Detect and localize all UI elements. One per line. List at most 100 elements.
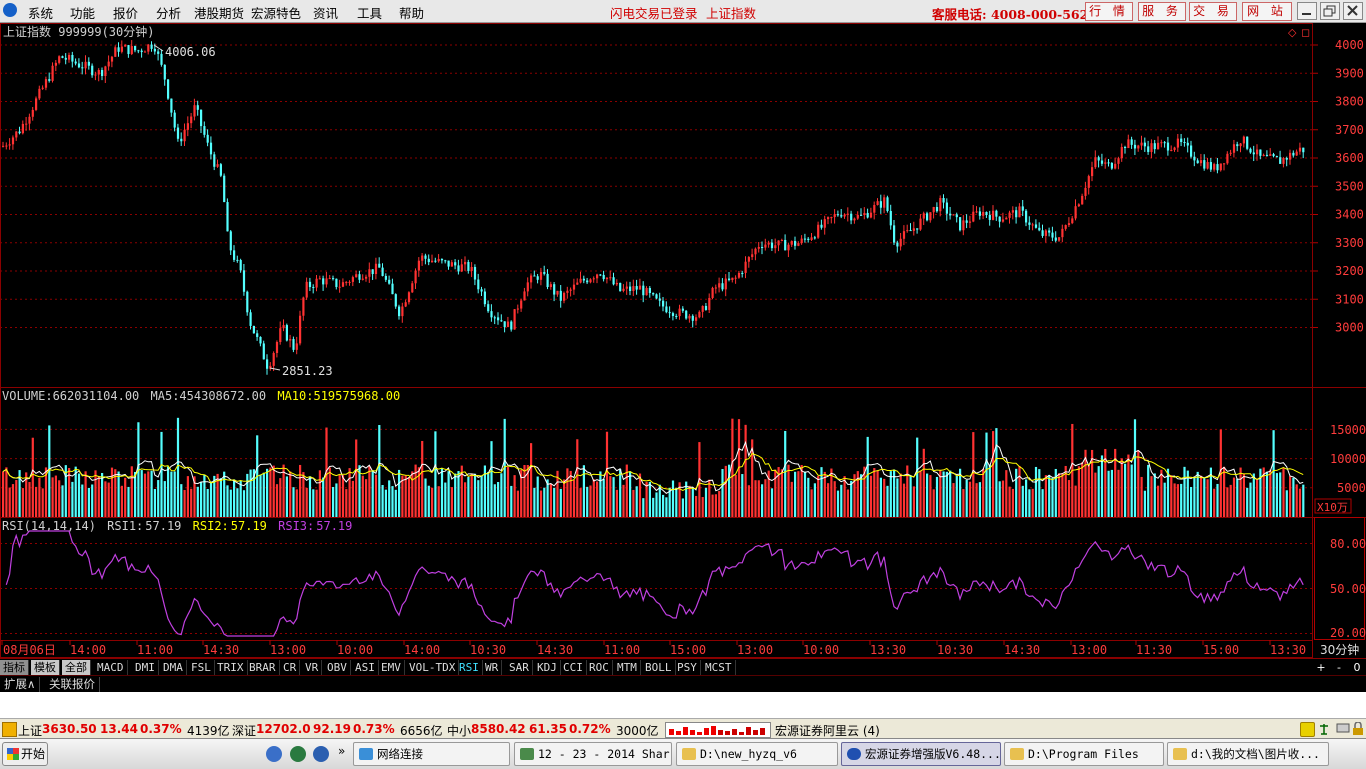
volume-bar xyxy=(1160,469,1163,517)
tab-brar[interactable]: BRAR xyxy=(246,660,280,675)
zoom-in-button[interactable]: + xyxy=(1314,660,1328,675)
tab-template[interactable]: 模板 xyxy=(31,660,60,675)
tab-dmi[interactable]: DMI xyxy=(132,660,159,675)
menu-system[interactable]: 系统 xyxy=(28,3,53,22)
volume-bar xyxy=(421,440,424,517)
tab-mcst[interactable]: MCST xyxy=(702,660,736,675)
extend-tab[interactable]: 扩展∧ xyxy=(0,677,41,692)
task-folder-program-files[interactable]: D:\Program Files xyxy=(1004,742,1164,766)
menu-hongyuan[interactable]: 宏源特色 xyxy=(251,3,301,22)
close-icon[interactable] xyxy=(1343,2,1363,20)
trade-button[interactable]: 交 易 xyxy=(1189,2,1237,21)
period-label[interactable]: 30分钟 xyxy=(1320,642,1359,657)
tab-trix[interactable]: TRIX xyxy=(214,660,248,675)
volume-bar xyxy=(1269,469,1272,517)
time-label: 13:00 xyxy=(1071,643,1107,657)
ie-icon[interactable] xyxy=(266,746,282,762)
volume-bar xyxy=(355,439,358,517)
candle-body xyxy=(348,281,351,283)
minimize-icon[interactable] xyxy=(1297,2,1317,20)
tab-vr[interactable]: VR xyxy=(302,660,323,675)
tab-asi[interactable]: ASI xyxy=(352,660,379,675)
restore-icon[interactable] xyxy=(1320,2,1340,20)
tab-boll[interactable]: BOLL xyxy=(642,660,676,675)
task-hongyuan[interactable]: 宏源证券增强版V6.48... xyxy=(841,742,1001,766)
tab-cci[interactable]: CCI xyxy=(560,660,587,675)
tab-indicator[interactable]: 指标 xyxy=(0,660,29,675)
quote-button[interactable]: 行 情 xyxy=(1085,2,1133,21)
candle-body xyxy=(427,258,430,263)
candle-body xyxy=(325,278,328,285)
volume-bar xyxy=(35,486,38,517)
media-icon[interactable] xyxy=(313,746,329,762)
zoom-out-button[interactable]: - xyxy=(1332,660,1346,675)
candle-body xyxy=(790,241,793,245)
diamond-icon[interactable]: ◇ xyxy=(1288,26,1297,39)
task-excel[interactable]: 12 - 23 - 2014 Shar... xyxy=(514,742,672,766)
candle-body xyxy=(457,265,460,272)
candle-body xyxy=(721,283,724,290)
volume-bar xyxy=(226,485,229,517)
server-name[interactable]: 宏源证券阿里云 (4) xyxy=(775,722,880,739)
menu-info[interactable]: 资讯 xyxy=(313,3,338,22)
tab-macd[interactable]: MACD xyxy=(94,660,128,675)
notify-icon[interactable] xyxy=(1300,722,1315,737)
tab-cr[interactable]: CR xyxy=(280,660,301,675)
sz-value: 12702.0 xyxy=(256,722,311,736)
website-button[interactable]: 网 站 xyxy=(1242,2,1292,21)
volume-bar xyxy=(754,480,757,517)
candle-body xyxy=(1005,217,1008,220)
tab-wr[interactable]: WR xyxy=(482,660,503,675)
candle-body xyxy=(916,228,919,230)
start-button[interactable]: 开始 xyxy=(2,742,48,766)
related-quotes-tab[interactable]: 关联报价 xyxy=(45,677,100,692)
tab-rsi[interactable]: RSI xyxy=(456,660,483,675)
tab-obv[interactable]: OBV xyxy=(324,660,351,675)
desktop-icon[interactable] xyxy=(290,746,306,762)
candle-body xyxy=(190,116,193,124)
volume-bar xyxy=(1100,455,1104,517)
tab-mtm[interactable]: MTM xyxy=(614,660,641,675)
price-axis-label: 3400 xyxy=(1335,208,1364,222)
tab-sar[interactable]: SAR xyxy=(506,660,533,675)
tab-all[interactable]: 全部 xyxy=(62,660,91,675)
menu-quote[interactable]: 报价 xyxy=(113,3,138,22)
volume-bar xyxy=(770,488,774,517)
menu-tools[interactable]: 工具 xyxy=(357,3,382,22)
tab-dma[interactable]: DMA xyxy=(160,660,187,675)
task-folder-new-hyzq[interactable]: D:\new_hyzq_v6 xyxy=(676,742,838,766)
volume-bar xyxy=(599,471,602,517)
volume-bar xyxy=(1130,464,1133,517)
quicklaunch-more-icon[interactable]: » xyxy=(338,744,345,758)
menu-help[interactable]: 帮助 xyxy=(399,3,424,22)
tab-vol-tdx[interactable]: VOL-TDX xyxy=(406,660,460,675)
menu-hk-futures[interactable]: 港股期货 xyxy=(194,3,244,22)
status-lock-icon[interactable] xyxy=(2,722,17,737)
volume-bar xyxy=(803,471,807,517)
meter-bar xyxy=(711,726,716,735)
volume-bar xyxy=(124,477,127,517)
volume-bar xyxy=(906,465,909,517)
collapse-icon[interactable]: ◻ xyxy=(1301,26,1310,39)
candle-body xyxy=(87,61,90,66)
volume-bar xyxy=(1001,480,1005,517)
reset-zoom-button[interactable]: 0 xyxy=(1350,660,1364,675)
menu-function[interactable]: 功能 xyxy=(70,3,95,22)
volume-bar xyxy=(1285,490,1288,517)
tab-emv[interactable]: EMV xyxy=(378,660,405,675)
chart-area[interactable]: 4000 3900 3800 3700 3600 3500 3400 3300 3200 3100… xyxy=(0,23,1366,658)
task-folder-documents[interactable]: d:\我的文档\图片收... xyxy=(1167,742,1329,766)
candle-body xyxy=(305,281,308,298)
tab-fsl[interactable]: FSL xyxy=(188,660,215,675)
menu-analysis[interactable]: 分析 xyxy=(156,3,181,22)
tab-roc[interactable]: ROC xyxy=(586,660,613,675)
task-network[interactable]: 网络连接 xyxy=(353,742,510,766)
candle-body xyxy=(1272,154,1275,157)
candle-body xyxy=(61,56,64,58)
app-logo-icon[interactable] xyxy=(3,3,17,17)
tab-kdj[interactable]: KDJ xyxy=(534,660,561,675)
candle-body xyxy=(985,212,988,216)
service-button[interactable]: 服 务 xyxy=(1138,2,1186,21)
tab-psy[interactable]: PSY xyxy=(674,660,701,675)
volume-bar xyxy=(695,495,698,517)
